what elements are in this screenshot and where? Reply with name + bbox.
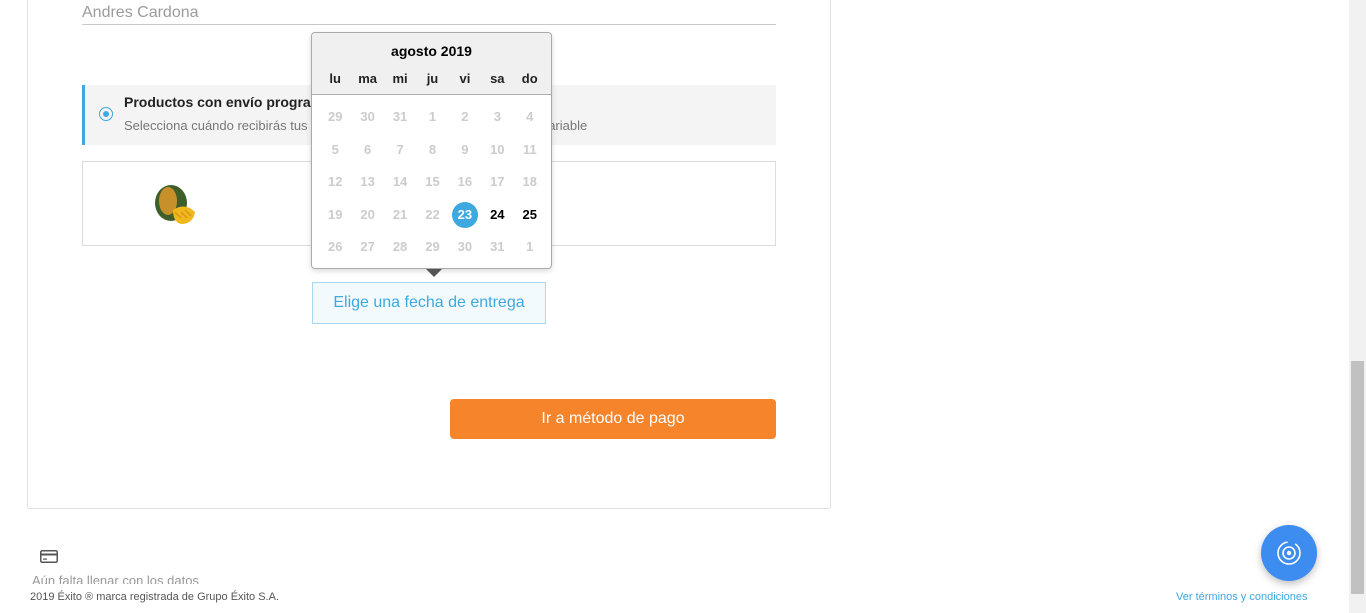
date-picker-day: 27 [360, 239, 375, 255]
date-picker-day: 29 [425, 239, 440, 255]
date-picker-pointer [426, 269, 442, 277]
date-picker-day: 1 [526, 239, 534, 255]
delivery-date-picker: agosto 2019 lu ma mi ju vi sa do 29 30 31 1… [311, 32, 552, 277]
mango-image [155, 185, 195, 224]
date-picker-day: 26 [327, 239, 343, 255]
date-picker-day: 14 [392, 174, 408, 190]
date-picker-day: 11 [522, 141, 537, 157]
date-picker-day: 19 [327, 206, 343, 222]
date-picker-day: 20 [360, 206, 375, 222]
scrollbar-thumb[interactable] [1351, 361, 1364, 594]
weekday-label: ju [426, 71, 439, 86]
go-to-payment-button[interactable]: Ir a método de pago [450, 399, 776, 439]
scheduled-delivery-radio[interactable] [99, 107, 113, 121]
date-picker-day: 29 [327, 109, 343, 125]
choose-delivery-date-button[interactable]: Elige una fecha de entrega [312, 282, 546, 324]
page-scrollbar[interactable] [1349, 0, 1366, 613]
date-picker-week-row: 12 13 14 15 16 17 18 [319, 166, 546, 199]
date-picker-day: 13 [360, 174, 375, 190]
date-picker-day: 28 [392, 239, 408, 255]
credit-card-icon [40, 550, 58, 563]
date-picker-week-row: 19 20 21 22 23 24 25 [319, 199, 546, 232]
weekday-label: sa [490, 71, 505, 86]
date-picker-day[interactable]: 25 [514, 202, 546, 228]
payment-missing-data-text: Aún falta llenar con los datos [32, 573, 199, 584]
weekday-label: mi [392, 71, 408, 86]
date-picker-day-selected[interactable]: 23 [449, 201, 481, 228]
date-picker-day: 6 [364, 141, 372, 157]
date-picker-day: 3 [493, 109, 501, 125]
date-picker-day: 4 [526, 109, 534, 125]
weekday-label: do [521, 71, 538, 86]
date-picker-week-row: 5 6 7 8 9 10 11 [319, 134, 546, 167]
date-picker-day: 9 [461, 141, 469, 157]
weekday-label: vi [459, 71, 471, 86]
date-picker-week-row: 26 27 28 29 30 31 1 [319, 231, 546, 264]
date-picker-day: 16 [457, 174, 473, 190]
date-picker-day: 31 [392, 109, 408, 125]
date-picker-day: 7 [396, 141, 404, 157]
footer-copyright: 2019 Éxito ® marca registrada de Grupo É… [30, 591, 280, 603]
date-picker-weekdays: lu ma mi ju vi sa do [319, 71, 546, 86]
date-picker-day: 12 [327, 174, 343, 190]
date-picker-day: 21 [392, 206, 408, 222]
weekday-label: ma [358, 71, 378, 86]
date-picker-day[interactable]: 24 [481, 202, 513, 228]
date-picker-day: 30 [360, 109, 375, 125]
date-picker-day: 8 [428, 141, 437, 157]
date-picker-day: 22 [425, 206, 440, 222]
date-picker-day: 2 [461, 109, 469, 125]
name-field[interactable]: Andres Cardona [82, 3, 776, 25]
date-picker-day: 31 [490, 239, 505, 255]
date-picker-day: 10 [490, 141, 505, 157]
chat-assistant-button[interactable] [1261, 525, 1317, 581]
date-picker-day: 30 [457, 239, 473, 255]
date-picker-month-title: agosto 2019 [391, 43, 472, 59]
date-picker-days: 29 30 31 1 2 3 4 5 6 7 8 9 10 11 12 13 14 15 16 17 18 19 20 21 2… [319, 101, 546, 264]
date-picker-header: agosto 2019 lu ma mi ju vi sa do [312, 33, 551, 95]
date-picker-day: 15 [425, 174, 440, 190]
date-picker-day: 5 [331, 141, 339, 157]
date-picker-day: 1 [428, 109, 437, 125]
date-picker-week-row: 29 30 31 1 2 3 4 [319, 101, 546, 134]
chat-assistant-icon [1277, 541, 1301, 565]
date-picker-day: 18 [522, 174, 537, 190]
date-picker-day: 17 [490, 174, 505, 190]
weekday-label: lu [329, 71, 341, 86]
terms-link[interactable]: Ver términos y condiciones [1176, 591, 1307, 603]
